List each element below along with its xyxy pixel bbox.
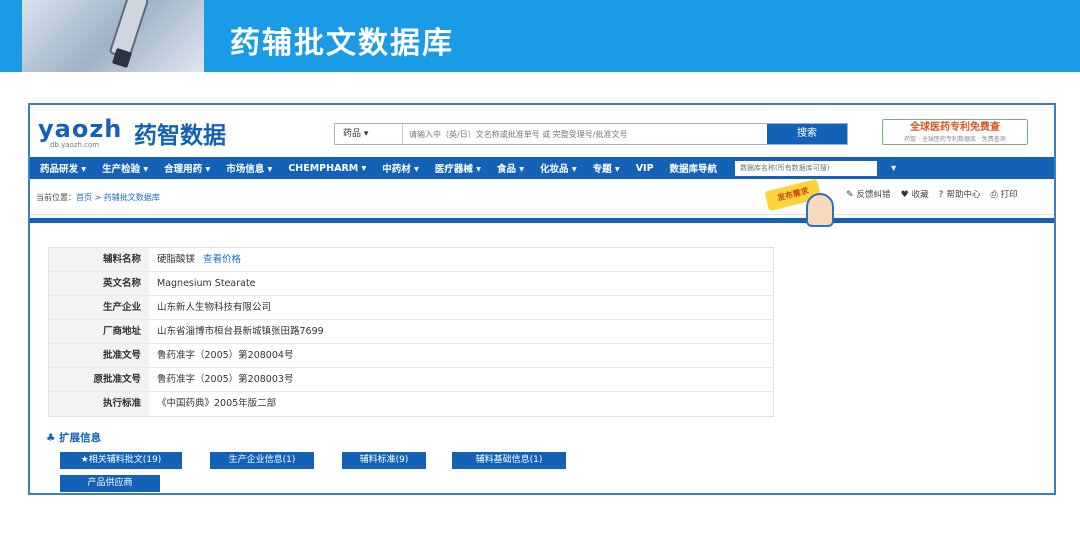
row-label: 英文名称 (49, 272, 149, 295)
nav-item-tcm[interactable]: 中药材 ▾ (382, 161, 419, 175)
tree-icon: ♣ (46, 432, 56, 444)
feedback-label: 反馈纠错 (856, 190, 891, 200)
help-button[interactable]: ? 帮助中心 (939, 188, 981, 200)
row-label: 辅料名称 (49, 248, 149, 271)
extension-section-title: ♣ 扩展信息 (46, 430, 101, 445)
row-value: 《中国药典》2005年版二部 (157, 398, 277, 409)
table-row: 批准文号 鲁药准字（2005）第208004号 (49, 344, 773, 368)
extension-title-text: 扩展信息 (59, 432, 102, 444)
excipient-name: 硬脂酸镁 (157, 254, 196, 265)
breadcrumb-current[interactable]: 药辅批文数据库 (104, 193, 160, 202)
toolbar: ✎ 反馈纠错 ♥ 收藏 ? 帮助中心 ⎙ 打印 (846, 188, 1018, 200)
table-row: 生产企业 山东新人生物科技有限公司 (49, 296, 773, 320)
excipient-standard-button[interactable]: 辅料标准(9) (342, 452, 426, 469)
breadcrumb-separator: > (92, 193, 104, 202)
row-value: 硬脂酸镁 查看价格 (149, 248, 773, 271)
row-value: 山东新人生物科技有限公司 (157, 302, 272, 313)
table-row: 辅料名称 硬脂酸镁 查看价格 (49, 248, 773, 272)
favorite-label: 收藏 (911, 190, 929, 200)
nav-item-market-info[interactable]: 市场信息 ▾ (226, 161, 272, 175)
main-nav: 药品研发 ▾ 生产检验 ▾ 合理用药 ▾ 市场信息 ▾ CHEMPHARM ▾ … (30, 157, 1054, 179)
site-logo[interactable]: yaozh (38, 115, 122, 143)
search-button[interactable]: 搜索 (767, 124, 847, 144)
breadcrumb-row: 当前位置：首页 > 药辅批文数据库 发布需求 ✎ 反馈纠错 ♥ 收藏 ? 帮助中心 ⎙… (30, 178, 1054, 227)
feedback-button[interactable]: ✎ 反馈纠错 (846, 188, 891, 200)
slide-title: 药辅批文数据库 (230, 26, 454, 61)
search-category-select[interactable]: 药品 ▾ (335, 124, 403, 144)
site-header: yaozh 药智数据 db.yaozh.com 药品 ▾ 搜索 全球医药专利免费… (30, 105, 1054, 157)
content-divider (30, 218, 1054, 223)
mascot-icon (806, 193, 834, 227)
detail-table: 辅料名称 硬脂酸镁 查看价格 英文名称 Magnesium Stearate 生产企业… (48, 247, 774, 417)
row-label: 生产企业 (49, 296, 149, 319)
nav-item-rational-use[interactable]: 合理用药 ▾ (164, 161, 210, 175)
view-price-link[interactable]: 查看价格 (203, 254, 241, 265)
print-button[interactable]: ⎙ 打印 (990, 188, 1017, 200)
nav-item-vip[interactable]: VIP (636, 163, 654, 174)
promo-title: 全球医药专利免费查 (910, 122, 1000, 133)
nav-dropdown-icon[interactable]: ▾ (891, 163, 896, 174)
patent-promo-banner[interactable]: 全球医药专利免费查 药智 · 全球医药专利数据库 · 免费查询 (882, 119, 1028, 145)
help-label: 帮助中心 (946, 190, 981, 200)
breadcrumb-prefix: 当前位置： (36, 193, 76, 202)
nav-item-chempharm[interactable]: CHEMPHARM ▾ (288, 163, 366, 174)
help-icon: ? (938, 190, 944, 200)
search-category-value: 药品 (343, 129, 362, 139)
row-value: 鲁药准字（2005）第208004号 (157, 350, 294, 361)
chevron-down-icon: ▾ (363, 129, 369, 139)
row-label: 执行标准 (49, 392, 149, 416)
search-input[interactable] (403, 124, 767, 144)
site-logo-url: db.yaozh.com (50, 141, 100, 149)
related-excipient-approvals-button[interactable]: ★相关辅料批文(19) (60, 452, 182, 469)
nav-item-db-nav[interactable]: 数据库导航 (670, 161, 718, 175)
site-logo-cn[interactable]: 药智数据 (134, 116, 226, 150)
edit-icon: ✎ (846, 190, 854, 200)
browser-screenshot: yaozh 药智数据 db.yaozh.com 药品 ▾ 搜索 全球医药专利免费… (28, 103, 1056, 495)
excipient-basic-info-button[interactable]: 辅料基础信息(1) (452, 452, 566, 469)
row-value: 山东省淄博市桓台县新城镇张田路7699 (157, 326, 324, 337)
promo-subtitle: 药智 · 全球医药专利数据库 · 免费查询 (904, 136, 1006, 143)
table-row: 原批准文号 鲁药准字（2005）第208003号 (49, 368, 773, 392)
table-row: 执行标准 《中国药典》2005年版二部 (49, 392, 773, 416)
nav-item-devices[interactable]: 医疗器械 ▾ (435, 161, 481, 175)
row-label: 厂商地址 (49, 320, 149, 343)
nav-item-topics[interactable]: 专题 ▾ (593, 161, 620, 175)
favorite-button[interactable]: ♥ 收藏 (901, 188, 929, 200)
table-row: 厂商地址 山东省淄博市桓台县新城镇张田路7699 (49, 320, 773, 344)
header-photo (22, 0, 204, 72)
manufacturer-info-button[interactable]: 生产企业信息(1) (210, 452, 314, 469)
nav-item-drug-rd[interactable]: 药品研发 ▾ (40, 161, 86, 175)
row-value: Magnesium Stearate (157, 278, 256, 289)
instrument-tip (111, 47, 133, 69)
search-bar: 药品 ▾ 搜索 (334, 123, 848, 145)
row-label: 批准文号 (49, 344, 149, 367)
table-row: 英文名称 Magnesium Stearate (49, 272, 773, 296)
row-label: 原批准文号 (49, 368, 149, 391)
breadcrumb-home[interactable]: 首页 (76, 193, 92, 202)
print-icon: ⎙ (990, 190, 998, 200)
row-value: 鲁药准字（2005）第208003号 (157, 374, 294, 385)
heart-icon: ♥ (900, 190, 909, 200)
nav-item-food[interactable]: 食品 ▾ (497, 161, 524, 175)
print-label: 打印 (1000, 190, 1018, 200)
database-search-input[interactable] (735, 160, 878, 176)
product-supplier-button[interactable]: 产品供应商 (60, 475, 160, 492)
breadcrumb: 当前位置：首页 > 药辅批文数据库 (36, 192, 160, 203)
nav-item-cosmetics[interactable]: 化妆品 ▾ (540, 161, 577, 175)
nav-item-production[interactable]: 生产检验 ▾ (102, 161, 148, 175)
